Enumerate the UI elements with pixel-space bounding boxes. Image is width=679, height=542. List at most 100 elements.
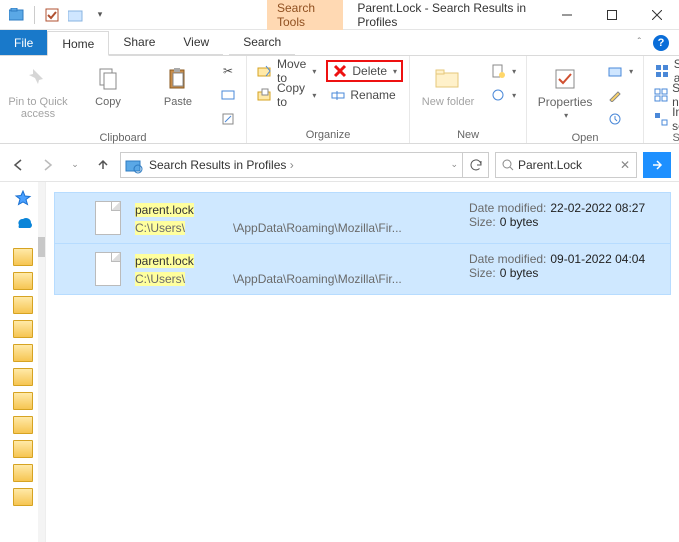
invert-selection-icon [654,112,668,126]
pin-icon [26,67,50,91]
result-item[interactable]: parent.lock C:\Users\\AppData\Roaming\Mo… [54,244,671,295]
easy-access-button[interactable]: ▾ [486,84,520,106]
open-button[interactable]: ▾ [603,60,637,82]
open-icon [607,64,623,78]
search-icon [502,159,514,171]
paste-button[interactable]: Paste [146,60,210,110]
copy-button[interactable]: Copy [76,60,140,110]
copy-path-button[interactable] [216,84,240,106]
nav-pane[interactable] [0,182,46,542]
folder-item[interactable] [13,416,33,434]
group-new: New folder ▾ ▾ New [410,56,527,143]
ribbon-tabs: File Home Share View Search ˆ ? [0,30,679,56]
file-icon [95,252,121,286]
group-label-new: New [457,127,479,141]
onedrive-icon[interactable] [14,214,32,228]
group-clipboard: Pin to Quick access Copy Paste ✂ Clipboa… [0,56,247,143]
recent-locations-button[interactable]: ⌄ [64,154,86,176]
pin-to-quick-access-button[interactable]: Pin to Quick access [6,60,70,122]
file-icon [95,201,121,235]
move-to-button[interactable]: Move to▾ [253,60,320,82]
folder-item[interactable] [13,320,33,338]
qat-explorer-icon[interactable] [6,4,28,26]
window-title: Parent.Lock - Search Results in Profiles [343,1,544,29]
delete-button[interactable]: Delete▾ [326,60,403,82]
rename-icon [330,88,346,102]
clear-search-icon[interactable]: ✕ [620,158,630,172]
tab-home[interactable]: Home [47,31,109,56]
paste-shortcut-button[interactable] [216,108,240,130]
move-to-icon [257,64,273,78]
folder-item[interactable] [13,392,33,410]
properties-button[interactable]: Properties ▾ [533,60,597,124]
refresh-button[interactable] [463,152,489,178]
copy-to-icon [257,88,273,102]
search-go-button[interactable] [643,152,671,178]
divider [34,6,35,24]
back-button[interactable] [8,154,30,176]
edit-button[interactable] [603,84,637,106]
search-box[interactable]: Parent.Lock ✕ [495,152,637,178]
new-item-button[interactable]: ▾ [486,60,520,82]
close-button[interactable] [634,0,679,30]
minimize-button[interactable] [544,0,589,30]
copy-icon [96,67,120,91]
breadcrumb[interactable]: Search Results in Profiles › [149,158,294,172]
tab-view[interactable]: View [169,30,223,55]
forward-button[interactable] [36,154,58,176]
select-none-button[interactable]: Select none [650,84,679,106]
qat-properties-icon[interactable] [41,4,63,26]
help-icon[interactable]: ? [653,35,669,51]
paste-icon [166,67,190,91]
content-area: parent.lock C:\Users\\AppData\Roaming\Mo… [0,182,679,542]
select-all-button[interactable]: Select all [650,60,679,82]
folder-item[interactable] [13,440,33,458]
results-list: parent.lock C:\Users\\AppData\Roaming\Mo… [46,182,679,542]
easy-access-icon [490,88,506,102]
folder-item[interactable] [13,344,33,362]
tab-file[interactable]: File [0,30,47,55]
history-icon [607,112,623,126]
select-all-icon [654,64,670,78]
rename-button[interactable]: Rename [326,84,403,106]
folder-item[interactable] [13,368,33,386]
quick-access-icon[interactable] [14,190,32,208]
invert-selection-button[interactable]: Invert selection [650,108,679,130]
tab-search[interactable]: Search [229,30,295,55]
folder-item[interactable] [13,296,33,314]
address-bar[interactable]: Search Results in Profiles › ⌄ [120,152,463,178]
result-filename: parent.lock [135,252,455,270]
result-item[interactable]: parent.lock C:\Users\\AppData\Roaming\Mo… [54,192,671,244]
sidebar-scrollbar[interactable] [38,182,45,542]
up-button[interactable] [92,154,114,176]
result-path: C:\Users\\AppData\Roaming\Mozilla\Fir... [135,272,455,286]
copy-path-icon [220,88,236,102]
search-value: Parent.Lock [518,158,582,172]
new-folder-button[interactable]: New folder [416,60,480,110]
qat-newfolder-icon[interactable] [65,4,87,26]
address-dropdown-icon[interactable]: ⌄ [450,159,458,170]
group-label-organize: Organize [306,127,351,141]
folder-item[interactable] [13,272,33,290]
group-label-select: Select [672,130,679,144]
cut-button[interactable]: ✂ [216,60,240,82]
folder-item[interactable] [13,464,33,482]
folder-item[interactable] [13,248,33,266]
edit-icon [607,88,623,102]
new-item-icon [490,64,506,78]
group-organize: Move to▾ Copy to▾ Delete▾ Rename Organiz… [247,56,410,143]
properties-icon [553,67,577,91]
qat-dropdown-icon[interactable]: ▾ [89,4,111,26]
tab-share[interactable]: Share [109,30,169,55]
collapse-ribbon-icon[interactable]: ˆ [638,37,641,48]
navigation-bar: ⌄ Search Results in Profiles › ⌄ Parent.… [0,148,679,182]
group-open: Properties ▾ ▾ Open [527,56,644,143]
maximize-button[interactable] [589,0,634,30]
folder-item[interactable] [13,488,33,506]
history-button[interactable] [603,108,637,130]
result-path: C:\Users\\AppData\Roaming\Mozilla\Fir... [135,221,455,235]
titlebar: ▾ Search Tools Parent.Lock - Search Resu… [0,0,679,30]
new-folder-icon [434,67,462,91]
copy-to-button[interactable]: Copy to▾ [253,84,320,106]
scissors-icon: ✂ [220,64,236,78]
